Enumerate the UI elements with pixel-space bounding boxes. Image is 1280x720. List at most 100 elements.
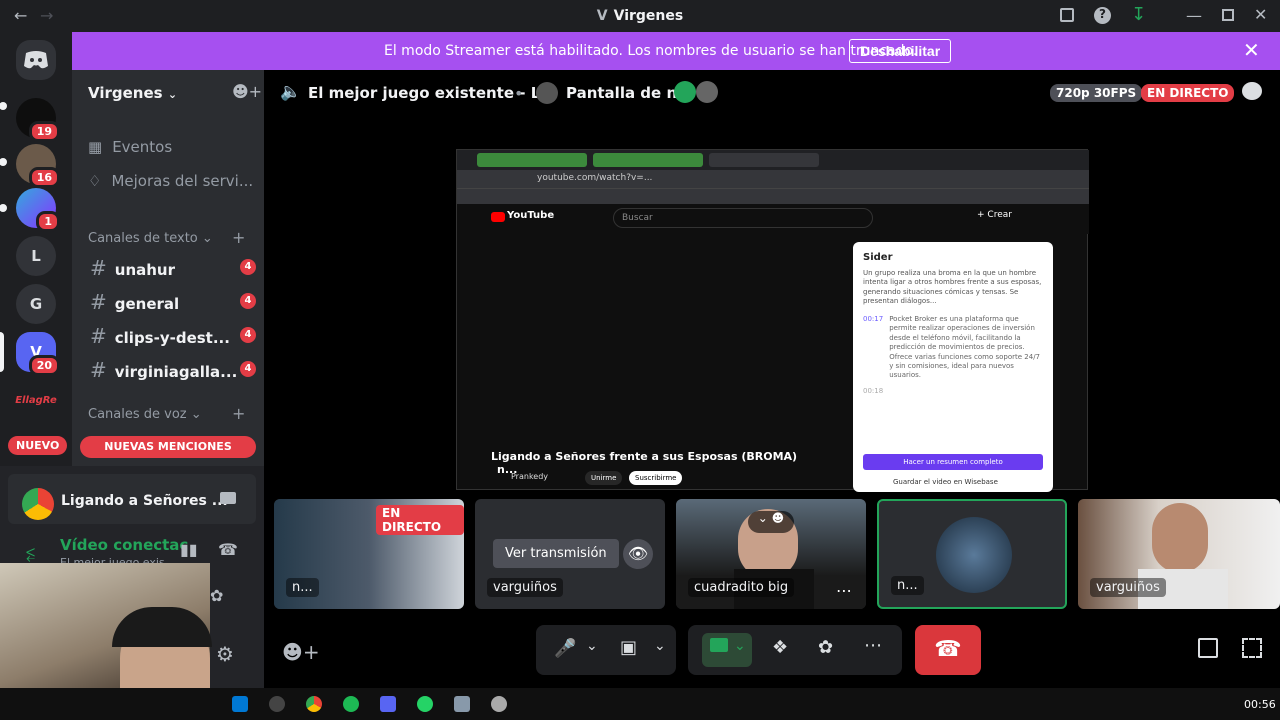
expand-icon[interactable]: ⌄ ☻ (748, 511, 794, 533)
camera-off-icon[interactable]: ▣ (620, 637, 637, 658)
outlook-icon[interactable] (232, 696, 248, 712)
server-icon[interactable]: EllagRe (15, 380, 57, 420)
server-icon-active[interactable]: V 20 (16, 332, 60, 376)
disable-streamer-button[interactable]: Deshabilitar (849, 39, 952, 63)
chat-icon[interactable] (1242, 82, 1262, 100)
speaker-icon: 🔈 (280, 82, 302, 102)
settings-gear-icon[interactable]: ⚙ (216, 642, 234, 666)
app-icon[interactable] (491, 696, 507, 712)
participant-name: n... (891, 576, 924, 595)
new-mentions-button[interactable]: NUEVAS MENCIONES (80, 436, 256, 458)
banner-message: El modo Streamer está habilitado. Los no… (384, 43, 918, 59)
disconnect-icon[interactable]: ☎ (218, 540, 238, 559)
bookmarks-bar (457, 188, 1089, 204)
share-options-chevron-icon[interactable]: ⌄ (734, 638, 746, 654)
add-person-icon[interactable]: ☻+ (282, 640, 320, 664)
server-name[interactable]: Virgenes ⌄ (88, 84, 177, 102)
add-channel-icon[interactable]: + (232, 228, 245, 247)
more-options-icon[interactable]: ⋯ (836, 581, 852, 600)
channel-general[interactable]: # general 4 (90, 290, 256, 314)
server-icon[interactable]: 1 (16, 188, 60, 232)
camera-options-chevron-icon[interactable]: ⌄ (654, 638, 666, 654)
stop-stream-icon[interactable] (220, 492, 236, 504)
channel-clips[interactable]: # clips-y-dest... 4 (90, 324, 256, 348)
soundboard-icon[interactable]: ✿ (818, 637, 833, 658)
events-item[interactable]: ▦ Eventos (88, 138, 172, 156)
server-icon[interactable]: 19 (16, 98, 60, 142)
app-icon[interactable] (454, 696, 470, 712)
fullscreen-icon[interactable] (1242, 638, 1262, 658)
os-taskbar: 00:56 (0, 688, 1280, 720)
participant-tile[interactable]: Ver transmisión 👁 varguiños (475, 499, 665, 609)
browser-tabs (457, 150, 1089, 170)
shared-screen[interactable]: youtube.com/watch?v=... YouTube Buscar +… (456, 149, 1089, 492)
preview-icon[interactable]: 👁 (623, 539, 653, 569)
clock: 00:56 (1244, 698, 1276, 711)
title-bar: ← → V Virgenes ? ↧ — ✕ (0, 0, 1280, 32)
quality-badge: 720p 30FPS (1050, 84, 1143, 102)
maximize-icon[interactable] (1222, 9, 1234, 21)
mic-options-chevron-icon[interactable]: ⌄ (586, 638, 598, 654)
participant-name: varguiños (487, 578, 563, 597)
avatar (696, 81, 718, 103)
chrome-icon[interactable] (306, 696, 322, 712)
noise-suppression-icon[interactable]: ▮▮ (180, 540, 198, 559)
inbox-icon[interactable] (1060, 8, 1074, 22)
activity-card[interactable]: Ligando a Señores ... (8, 474, 256, 524)
channel-unahur[interactable]: # unahur 4 (90, 256, 256, 280)
help-icon[interactable]: ? (1094, 7, 1111, 24)
live-badge: EN DIRECTO (1141, 84, 1235, 102)
participant-tile-speaking[interactable]: n... (877, 499, 1067, 609)
chrome-icon (22, 488, 54, 520)
avatar (536, 82, 558, 104)
voice-category[interactable]: Canales de voz ⌄ (88, 407, 202, 422)
soundboard-icon[interactable]: ✿ (210, 586, 223, 605)
window-title: V Virgenes (596, 8, 684, 24)
voice-status[interactable]: Vídeo conectac (60, 536, 188, 554)
activity-title: Ligando a Señores ... (61, 493, 228, 509)
participant-name: n... (286, 578, 319, 597)
discord-icon[interactable] (380, 696, 396, 712)
activities-icon[interactable]: ❖ (772, 637, 788, 658)
close-banner-icon[interactable]: ✕ (1243, 38, 1260, 62)
webcam-overlay (0, 563, 212, 688)
browser-url: youtube.com/watch?v=... (457, 170, 1089, 188)
video-title: Ligando a Señores frente a sus Esposas (… (491, 450, 798, 463)
text-category[interactable]: Canales de texto ⌄ (88, 231, 213, 246)
close-window-icon[interactable]: ✕ (1254, 5, 1267, 24)
youtube-header: YouTube Buscar + Crear (457, 204, 1089, 234)
invite-icon[interactable]: ☻+ (232, 82, 262, 101)
popout-icon[interactable] (1198, 638, 1218, 658)
screen-share-icon[interactable] (710, 638, 728, 652)
add-voice-channel-icon[interactable]: + (232, 404, 245, 423)
channel-virginia[interactable]: # virginiagalla... 4 (90, 358, 256, 382)
server-icon[interactable]: 16 (16, 144, 60, 188)
signal-icon: ⥶ (26, 544, 36, 563)
server-icon[interactable]: G (16, 284, 56, 324)
app-icon[interactable] (269, 696, 285, 712)
streamer-mode-banner: El modo Streamer está habilitado. Los no… (72, 32, 1280, 70)
participant-tile[interactable]: EN DIRECTO n... (274, 499, 464, 609)
discord-home-icon[interactable] (16, 40, 56, 80)
watch-stream-button[interactable]: Ver transmisión (493, 539, 619, 568)
participant-tile[interactable]: ⌄ ☻ ⋯ cuadradito big (676, 499, 866, 609)
server-icon[interactable]: L (16, 236, 56, 276)
leave-call-button[interactable]: ☎ (915, 625, 981, 675)
download-icon[interactable]: ↧ (1131, 4, 1146, 25)
avatar (674, 81, 696, 103)
microphone-icon[interactable]: 🎤 (554, 638, 576, 659)
share-controls: ⌄ ❖ ✿ ⋯ (688, 625, 902, 675)
audio-video-controls: 🎤 ⌄ ▣ ⌄ (536, 625, 676, 675)
more-icon[interactable]: ⋯ (864, 635, 882, 656)
minimize-icon[interactable]: — (1186, 6, 1202, 25)
participant-name: varguiños (1090, 578, 1166, 597)
new-badge[interactable]: NUEVO (8, 436, 68, 455)
whatsapp-icon[interactable] (417, 696, 433, 712)
participant-name: cuadradito big (688, 578, 795, 597)
call-area: 🔈 El mejor juego existente - Lol • Panta… (264, 70, 1280, 688)
boosts-item[interactable]: ♢ Mejoras del servi... (88, 172, 253, 190)
participant-tile[interactable]: varguiños (1078, 499, 1280, 609)
spotify-icon[interactable] (343, 696, 359, 712)
live-badge: EN DIRECTO (376, 505, 464, 535)
sider-panel: Sider Un grupo realiza una broma en la q… (853, 242, 1053, 492)
